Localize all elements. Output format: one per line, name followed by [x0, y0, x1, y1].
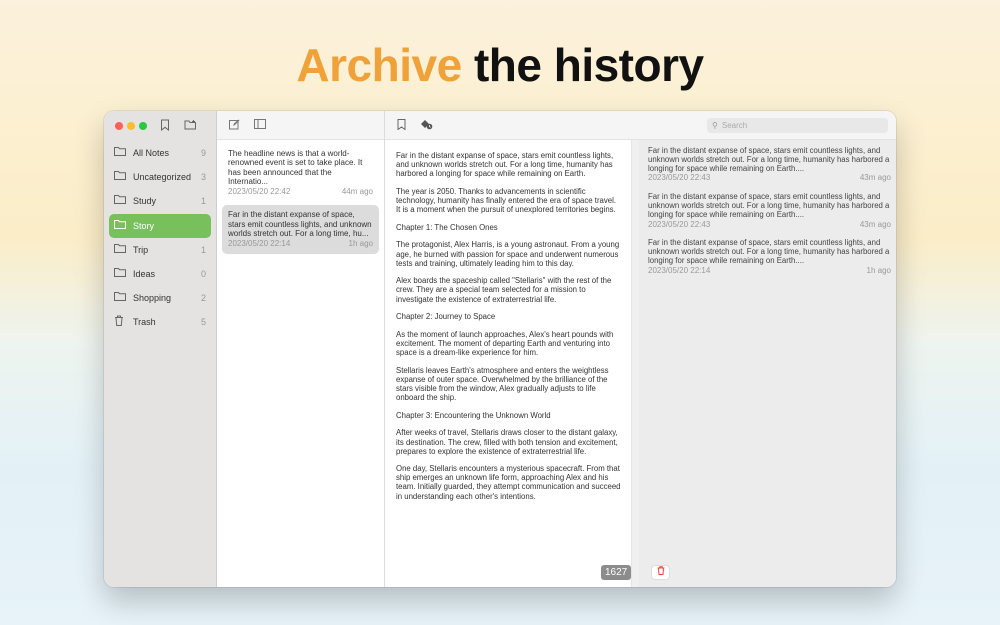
history-age: 43m ago — [859, 219, 891, 229]
paragraph: Far in the distant expanse of space, sta… — [396, 151, 614, 179]
folder-label: Shopping — [133, 293, 172, 304]
compose-icon[interactable] — [229, 119, 240, 133]
history-icon[interactable] — [420, 119, 433, 133]
folder-trip[interactable]: Trip 1 — [109, 238, 211, 262]
delete-history-button[interactable] — [652, 566, 669, 579]
folder-label: Trash — [133, 317, 156, 328]
search-icon: ⚲ — [712, 121, 718, 130]
history-age: 1h ago — [866, 265, 891, 275]
folder-icon — [114, 171, 127, 183]
folder-label: Study — [133, 196, 157, 207]
folder-count: 5 — [200, 317, 206, 328]
window-controls — [115, 122, 147, 130]
headline: Archive the history — [0, 38, 1000, 92]
paragraph: After weeks of travel, Stellaris draws c… — [396, 428, 618, 456]
history-item[interactable]: Far in the distant expanse of space, sta… — [639, 140, 896, 186]
history-date: 2023/05/20 22:14 — [648, 265, 711, 275]
folder-label: Trip — [133, 244, 149, 255]
note-preview: The headline news is that a world-renown… — [228, 149, 363, 186]
editor-text[interactable]: Far in the distant expanse of space, sta… — [385, 140, 631, 501]
history-age: 43m ago — [859, 173, 891, 183]
folder-story[interactable]: Story — [109, 213, 211, 238]
paragraph: As the moment of launch approaches, Alex… — [396, 329, 614, 358]
sidebar: All Notes 9 Uncategorized 3 Study 1 Stor… — [104, 111, 217, 587]
sidebar-toggle-icon[interactable] — [254, 119, 266, 132]
folder-study[interactable]: Study 1 — [109, 189, 211, 213]
history-item[interactable]: Far in the distant expanse of space, sta… — [639, 186, 896, 232]
notes-toolbar — [217, 111, 384, 140]
folder-list: All Notes 9 Uncategorized 3 Study 1 Stor… — [109, 141, 211, 335]
minimize-button[interactable] — [127, 122, 135, 130]
folder-icon — [114, 267, 127, 280]
trash-icon — [114, 315, 127, 329]
bookmark-icon[interactable] — [397, 119, 406, 133]
note-card[interactable]: The headline news is that a world-renown… — [222, 144, 379, 201]
chapter-heading: Chapter 2: Journey to Space — [396, 312, 496, 322]
editor-toolbar: ⚲ Search — [385, 111, 896, 140]
bookmark-icon[interactable] — [160, 119, 170, 134]
folder-label: All Notes — [133, 148, 170, 158]
folder-label: Ideas — [133, 268, 156, 279]
history-preview: Far in the distant expanse of space, sta… — [648, 192, 890, 219]
history-preview: Far in the distant expanse of space, sta… — [648, 146, 890, 173]
folder-count: 2 — [200, 293, 206, 304]
folder-count: 1 — [200, 244, 206, 255]
folder-icon — [114, 292, 127, 304]
close-button[interactable] — [115, 122, 123, 130]
folder-count: 3 — [200, 172, 206, 183]
history-date: 2023/05/20 22:43 — [648, 219, 711, 229]
folder-label: Uncategorized — [133, 172, 192, 183]
paragraph: One day, Stellaris encounters a mysterio… — [396, 464, 621, 501]
chapter-heading: Chapter 3: Encountering the Unknown Worl… — [396, 410, 551, 420]
history-pane: Far in the distant expanse of space, sta… — [639, 140, 896, 587]
word-count-badge: 1627 — [601, 565, 632, 580]
paragraph: Stellaris leaves Earth's atmosphere and … — [396, 365, 609, 403]
folder-icon — [114, 195, 127, 207]
paragraph: Alex boards the spaceship called "Stella… — [396, 276, 612, 304]
trash-icon — [657, 566, 664, 575]
folder-count: 9 — [200, 148, 206, 158]
folder-all-notes[interactable]: All Notes 9 — [109, 141, 211, 165]
note-age: 44m ago — [341, 187, 373, 197]
history-item[interactable]: Far in the distant expanse of space, sta… — [639, 232, 896, 278]
folder-count: 1 — [200, 196, 206, 207]
folder-label: Story — [133, 220, 155, 231]
note-date: 2023/05/20 22:42 — [228, 187, 291, 197]
editor-scrollbar[interactable] — [631, 140, 639, 587]
note-date: 2023/05/20 22:14 — [228, 239, 291, 249]
note-age: 1h ago — [348, 239, 373, 249]
note-preview: Far in the distant expanse of space, sta… — [228, 210, 372, 239]
notes-list-pane: The headline news is that a world-renown… — [217, 111, 385, 587]
new-folder-icon[interactable] — [184, 119, 197, 133]
paragraph: The protagonist, Alex Harris, is a young… — [396, 240, 620, 268]
chapter-heading: Chapter 1: The Chosen Ones — [396, 222, 498, 232]
app-window: All Notes 9 Uncategorized 3 Study 1 Stor… — [104, 111, 896, 587]
folder-count: 0 — [200, 268, 206, 279]
folder-shopping[interactable]: Shopping 2 — [109, 286, 211, 310]
folder-icon — [114, 147, 127, 159]
folder-icon — [114, 219, 127, 232]
headline-rest: the history — [473, 39, 704, 91]
search-field[interactable]: ⚲ Search — [707, 118, 888, 133]
history-preview: Far in the distant expanse of space, sta… — [648, 238, 890, 265]
editor-pane: ⚲ Search Far in the distant expanse of s… — [385, 111, 896, 587]
folder-uncategorized[interactable]: Uncategorized 3 — [109, 165, 211, 189]
history-date: 2023/05/20 22:43 — [648, 173, 711, 183]
folder-ideas[interactable]: Ideas 0 — [109, 262, 211, 286]
folder-trash[interactable]: Trash 5 — [109, 310, 211, 334]
note-card-selected[interactable]: Far in the distant expanse of space, sta… — [222, 205, 379, 254]
headline-accent: Archive — [296, 39, 462, 91]
folder-icon — [114, 243, 127, 256]
zoom-button[interactable] — [139, 122, 147, 130]
paragraph: The year is 2050. Thanks to advancements… — [396, 186, 617, 215]
search-placeholder: Search — [721, 121, 748, 130]
